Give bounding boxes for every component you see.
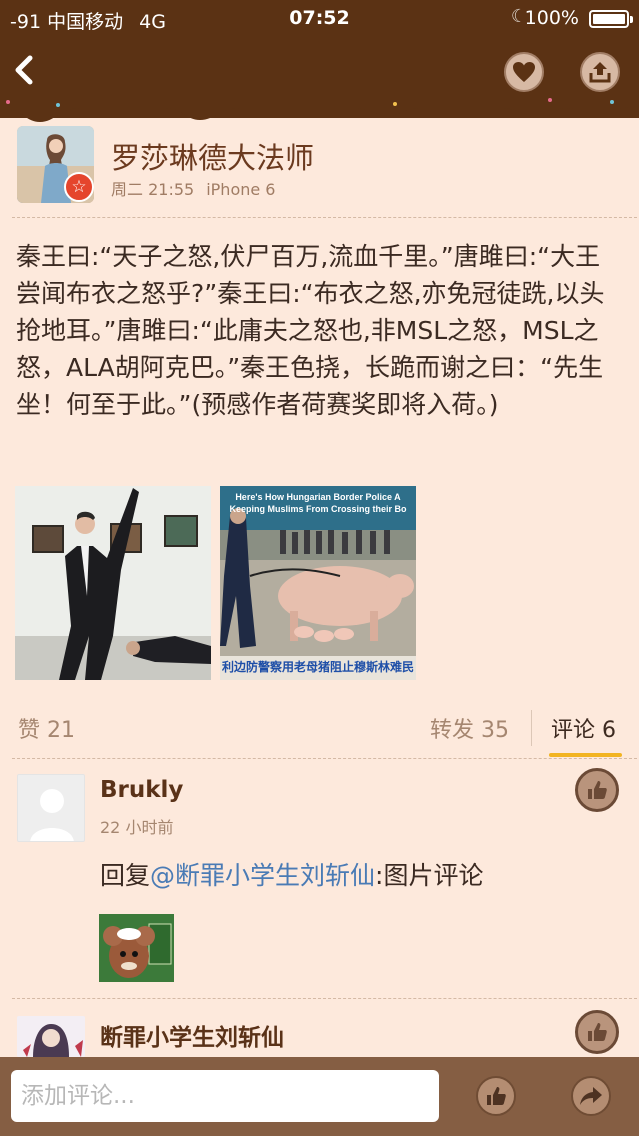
image-caption-line-2: Keeping Muslims From Crossing their Bo <box>229 504 407 514</box>
likes-label: 赞 <box>18 718 41 743</box>
likes-stat[interactable]: 赞 21 <box>18 712 75 744</box>
reposts-label: 转发 <box>430 718 475 743</box>
chocolate-drip-decoration <box>0 92 639 122</box>
like-button[interactable] <box>476 1076 516 1116</box>
comment-author-name[interactable]: Brukly <box>100 777 183 803</box>
comment-body: :图片评论 <box>375 861 484 890</box>
comments-count: 6 <box>602 718 617 743</box>
comment-avatar[interactable] <box>17 774 85 842</box>
post-time: 周二 21:55 <box>111 180 195 199</box>
image-caption-bottom: 利边防警察用老母猪阻止穆斯林难民 <box>221 660 414 674</box>
share-button[interactable] <box>580 52 620 92</box>
comments-label: 评论 <box>551 718 596 743</box>
comment-mention-link[interactable]: @断罪小学生刘斩仙 <box>150 861 375 890</box>
battery-percent: 100% <box>524 7 579 29</box>
reposts-count: 35 <box>481 718 510 743</box>
comment-author-name[interactable]: 断罪小学生刘斩仙 <box>100 1018 284 1052</box>
image-caption-line-1: Here's How Hungarian Border Police A <box>235 492 401 502</box>
comment-like-button[interactable] <box>575 1010 619 1054</box>
forward-button[interactable] <box>571 1076 611 1116</box>
comment-time: 22 小时前 <box>100 818 174 837</box>
reposts-stat[interactable]: 转发 35 <box>430 712 509 744</box>
stats-divider <box>531 710 532 746</box>
likes-count: 21 <box>47 718 76 743</box>
post-image-2[interactable]: Here's How Hungarian Border Police A Kee… <box>220 486 416 680</box>
thumb-up-icon <box>588 781 607 799</box>
back-icon <box>15 55 33 85</box>
post-image-1[interactable] <box>15 486 211 680</box>
heart-icon <box>513 62 535 82</box>
post-device: iPhone 6 <box>206 180 276 199</box>
comment-avatar[interactable] <box>17 1016 85 1057</box>
divider <box>12 998 637 999</box>
post-meta: 周二 21:55 iPhone 6 <box>111 176 275 200</box>
comment-text: 回复@断罪小学生刘斩仙:图片评论 <box>100 856 483 892</box>
active-tab-indicator <box>549 753 622 757</box>
star-badge-icon: ☆ <box>64 172 94 202</box>
comment-reply-prefix: 回复 <box>100 861 151 890</box>
comment-input[interactable] <box>11 1070 439 1122</box>
post-author-name[interactable]: 罗莎琳德大法师 <box>111 135 314 177</box>
comment-image[interactable] <box>99 914 174 982</box>
status-bar: -91 中国移动 4G 07:52 ☾ 100% <box>0 0 639 36</box>
thumb-up-icon <box>487 1087 506 1105</box>
post-body: 秦王曰:“天子之怒,伏尸百万,流血千里。”唐雎曰:“大王尝闻布衣之怒乎?”秦王曰… <box>16 242 605 419</box>
comment-like-button[interactable] <box>575 768 619 812</box>
battery-icon <box>589 10 633 28</box>
thumb-up-icon <box>588 1023 607 1041</box>
divider <box>12 758 637 759</box>
divider <box>12 217 637 218</box>
forward-icon <box>580 1087 602 1105</box>
tab-comments[interactable]: 评论 6 <box>551 712 616 744</box>
image-caption-top: Here's How Hungarian Border Police A Kee… <box>220 491 416 515</box>
back-button[interactable] <box>8 50 42 90</box>
favorite-button[interactable] <box>504 52 544 92</box>
share-icon <box>589 62 611 83</box>
